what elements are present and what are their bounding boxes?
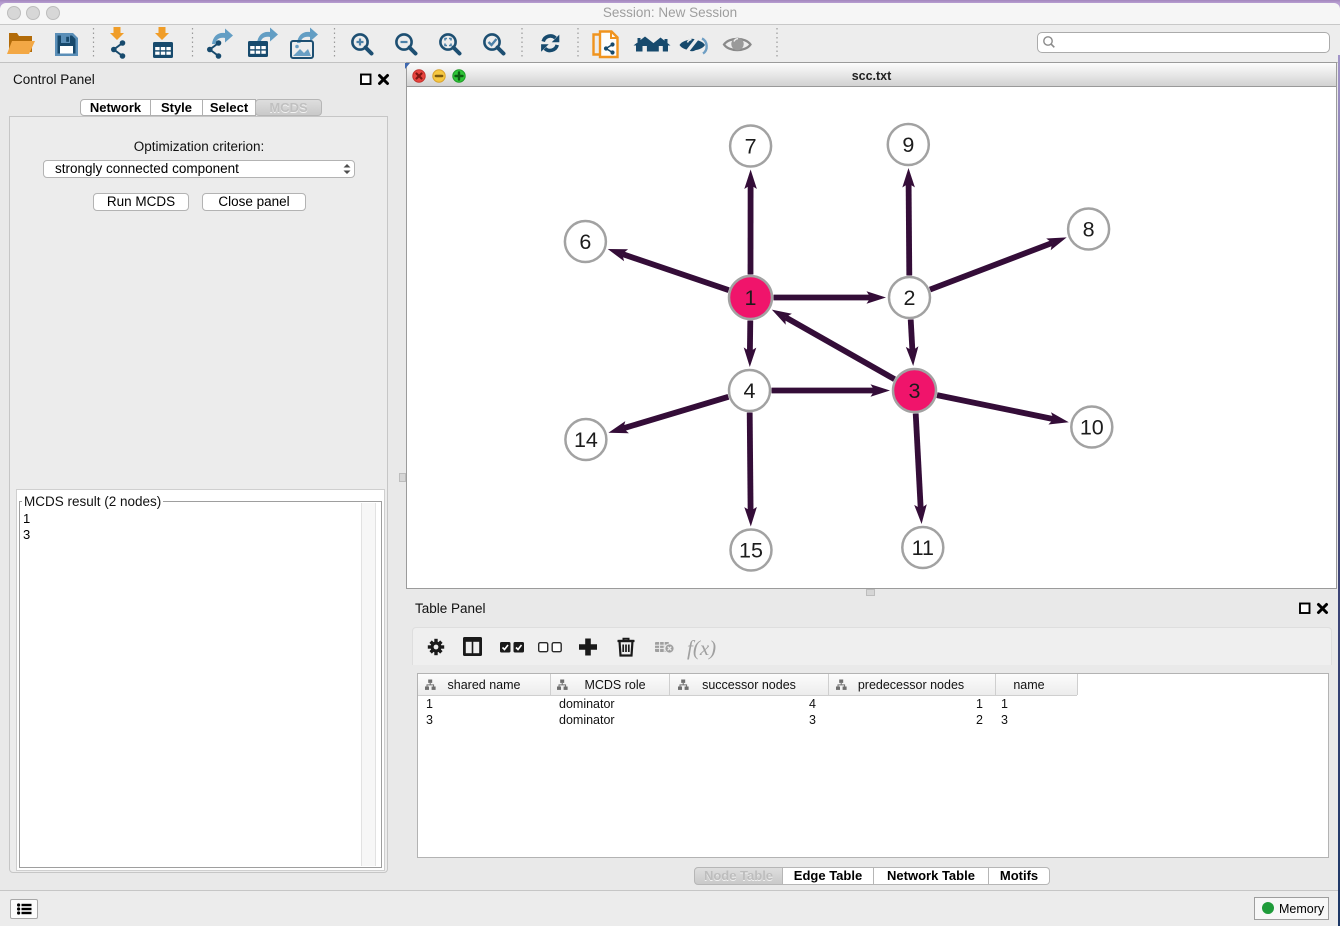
- svg-text:2: 2: [976, 713, 983, 727]
- svg-text:4: 4: [744, 379, 756, 403]
- svg-text:MCDS role: MCDS role: [584, 678, 645, 692]
- svg-text:shared name: shared name: [448, 678, 521, 692]
- svg-text:15: 15: [739, 539, 763, 563]
- svg-text:4: 4: [809, 697, 816, 711]
- svg-text:10: 10: [1080, 416, 1104, 440]
- svg-text:9: 9: [902, 133, 914, 157]
- svg-text:11: 11: [912, 536, 934, 560]
- svg-text:1: 1: [1001, 697, 1008, 711]
- svg-text:name: name: [1013, 678, 1044, 692]
- svg-text:2: 2: [904, 286, 916, 310]
- svg-text:3: 3: [809, 713, 816, 727]
- svg-text:7: 7: [745, 135, 757, 159]
- svg-text:3: 3: [909, 379, 921, 403]
- svg-text:1: 1: [745, 286, 757, 310]
- svg-text:6: 6: [579, 230, 591, 254]
- svg-text:f(x): f(x): [687, 636, 716, 660]
- svg-text:8: 8: [1083, 218, 1095, 242]
- svg-text:dominator: dominator: [559, 697, 615, 711]
- svg-text:14: 14: [574, 428, 598, 452]
- svg-text:3: 3: [426, 713, 433, 727]
- svg-text:1: 1: [976, 697, 983, 711]
- svg-text:successor nodes: successor nodes: [702, 678, 796, 692]
- svg-text:dominator: dominator: [559, 713, 615, 727]
- svg-text:3: 3: [1001, 713, 1008, 727]
- svg-text:1: 1: [426, 697, 433, 711]
- svg-text:predecessor nodes: predecessor nodes: [858, 678, 964, 692]
